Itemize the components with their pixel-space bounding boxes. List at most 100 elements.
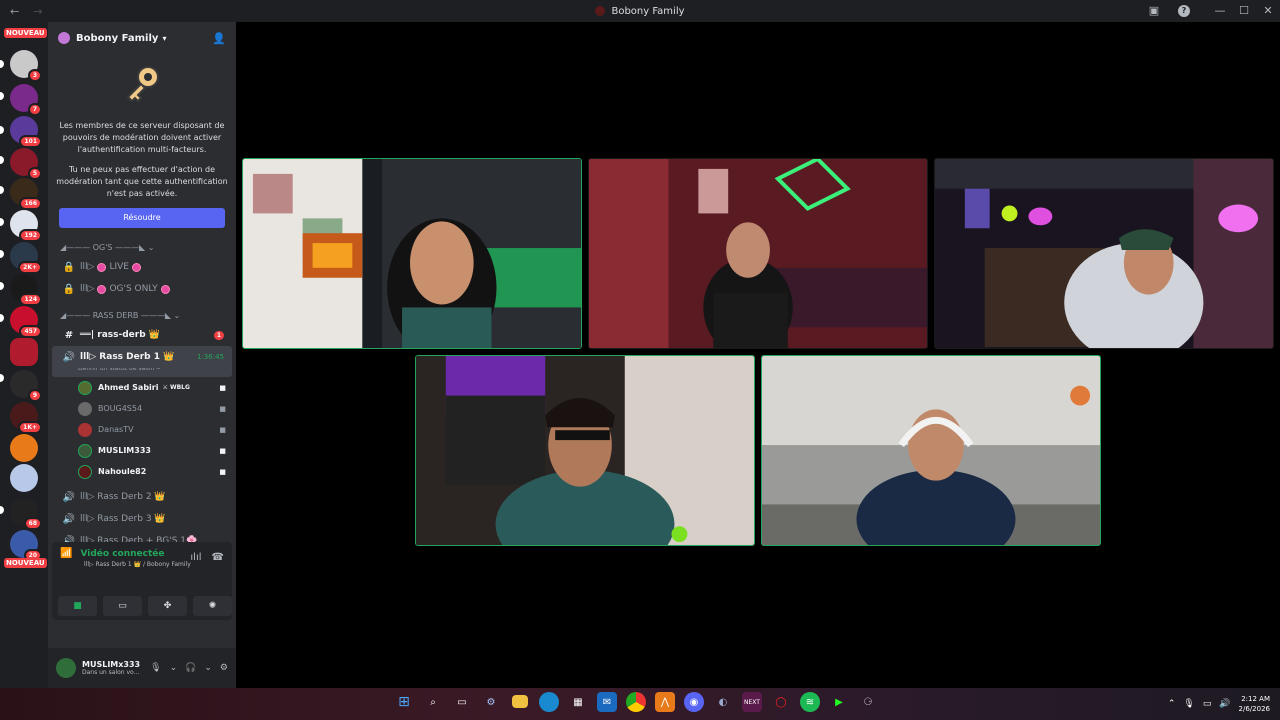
opera-icon[interactable]: ◯: [771, 692, 791, 712]
voice-channel-rass-derb-3[interactable]: 🔊 lll▷ Rass Derb 3 👑: [52, 508, 232, 530]
server-icon-6[interactable]: 192: [10, 210, 42, 242]
help-icon[interactable]: ?: [1178, 5, 1190, 17]
chevron-down-icon[interactable]: ⌄: [204, 663, 212, 673]
settings-icon[interactable]: ⚙: [481, 692, 501, 712]
mail-icon[interactable]: ✉: [597, 692, 617, 712]
video-feed: [416, 356, 754, 545]
discord-icon[interactable]: ◉: [684, 692, 704, 712]
channel-live[interactable]: 🔒 lll▷ LIVE: [52, 256, 232, 278]
maximize-icon[interactable]: ☐: [1232, 0, 1256, 22]
server-icon-15[interactable]: 20: [10, 530, 42, 562]
user-info[interactable]: MUSLIMx333 Dans un salon vo...: [82, 660, 140, 676]
video-tile[interactable]: [415, 355, 755, 546]
task-view-icon[interactable]: ▭: [452, 692, 472, 712]
mention-badge: 2K+: [18, 261, 42, 274]
channel-live-prefix: lll▷: [80, 262, 95, 272]
user-name: MUSLIMx333: [82, 660, 141, 669]
display-icon[interactable]: ▭: [1203, 699, 1212, 709]
server-icon-11[interactable]: 1K+: [10, 402, 42, 434]
camera-button[interactable]: ■: [58, 596, 97, 616]
volume-icon[interactable]: 🔊: [1219, 699, 1230, 709]
store-icon[interactable]: ▦: [568, 692, 588, 712]
microphone-icon[interactable]: 🎙: [150, 663, 161, 673]
mention-badge: 166: [19, 197, 42, 210]
back-icon[interactable]: ←: [10, 5, 19, 18]
soundboard-button[interactable]: ✺: [193, 596, 232, 616]
inbox-icon[interactable]: ▣: [1148, 5, 1160, 17]
chrome-icon[interactable]: [626, 692, 646, 712]
voice-member[interactable]: BOUG4S54 ■: [48, 398, 236, 419]
server-icon-14[interactable]: 68: [10, 498, 42, 530]
edge-icon[interactable]: [539, 692, 559, 712]
forward-icon[interactable]: →: [33, 5, 42, 18]
chevron-up-icon[interactable]: ⌃: [1168, 699, 1176, 709]
member-name: Nahoule82: [98, 467, 147, 476]
steam-icon[interactable]: ◐: [713, 692, 733, 712]
channel-ogsonly-prefix: lll▷: [80, 284, 95, 294]
title-bar: ← → Bobony Family ▣ ? — ☐ ✕: [0, 0, 1280, 22]
server-icon-13[interactable]: [10, 464, 38, 492]
video-tile[interactable]: [242, 158, 582, 349]
server-icon-active[interactable]: [10, 338, 38, 366]
headphones-icon[interactable]: 🎧: [185, 663, 196, 673]
voice-connected-panel: 📶 Vidéo connectée lll▷ Rass Derb 1 👑 / B…: [52, 542, 232, 620]
video-tile[interactable]: [761, 355, 1101, 546]
camera-icon: ■: [219, 446, 226, 455]
disconnect-icon[interactable]: ☎: [212, 552, 224, 563]
server-icon-8[interactable]: 124: [10, 274, 42, 306]
video-tile[interactable]: [934, 158, 1274, 349]
pink-dot-icon: [97, 284, 107, 294]
activities-button[interactable]: ✤: [148, 596, 187, 616]
voice-member[interactable]: DanasTV ■: [48, 419, 236, 440]
server-name: Bobony Family: [76, 32, 159, 44]
file-explorer-icon[interactable]: [512, 695, 528, 708]
noise-suppression-icon[interactable]: ılıl: [190, 552, 201, 563]
invite-icon[interactable]: 👤: [212, 32, 226, 45]
user-avatar[interactable]: [56, 658, 76, 678]
screen-share-button[interactable]: ▭: [103, 596, 142, 616]
member-name: DanasTV: [98, 425, 134, 434]
channel-ogsonly-name: OG'S ONLY: [109, 284, 158, 294]
server-icon-2[interactable]: 7: [10, 84, 42, 116]
resolve-button[interactable]: Résoudre: [59, 208, 225, 228]
server-header[interactable]: Bobony Family ▾ 👤: [48, 22, 236, 54]
minimize-icon[interactable]: —: [1208, 0, 1232, 22]
server-icon-5[interactable]: 166: [10, 178, 42, 210]
windows-start-icon[interactable]: ⊞: [394, 692, 414, 712]
voice-member[interactable]: Nahoule82 ■: [48, 461, 236, 482]
voice-channel-rass-derb-1[interactable]: 🔊 lll▷ Rass Derb 1 👑 1:36:45: [52, 346, 232, 368]
close-icon[interactable]: ✕: [1256, 0, 1280, 22]
settings-gear-icon[interactable]: ⚙: [220, 663, 228, 673]
clock[interactable]: 2:12 AM 2/6/2026: [1239, 694, 1270, 714]
server-icon-1[interactable]: 3: [10, 50, 42, 82]
mention-badge: 9: [27, 389, 42, 402]
server-icon-9[interactable]: 457: [10, 306, 42, 338]
search-icon[interactable]: ⌕: [423, 692, 443, 712]
nav-buttons: ← →: [0, 5, 60, 18]
mention-badge: 7: [27, 103, 42, 116]
app-icon-orange[interactable]: ⋀: [655, 692, 675, 712]
unread-pill: [0, 126, 4, 134]
kick-icon[interactable]: NEXT: [742, 692, 762, 712]
server-icon-12[interactable]: [10, 434, 38, 462]
server-icon-3[interactable]: 101: [10, 116, 42, 148]
video-tile[interactable]: [588, 158, 928, 349]
category-rass-derb[interactable]: ◢——— RASS DERB ———◣ ⌄: [48, 308, 236, 324]
chevron-down-icon[interactable]: ⌄: [170, 663, 178, 673]
voice-channel-rass-derb-2[interactable]: 🔊 lll▷ Rass Derb 2 👑: [52, 486, 232, 508]
channel-rass-derb[interactable]: # ══| rass-derb 👑 1: [52, 324, 232, 346]
camera-icon: ■: [219, 467, 226, 476]
spotify-icon[interactable]: ≋: [800, 692, 820, 712]
signal-icon[interactable]: 📶: [60, 548, 72, 559]
voice-member[interactable]: Ahmed Sabiri ⚔ WBLG ■: [48, 377, 236, 398]
microphone-tray-icon[interactable]: 🎙: [1183, 699, 1194, 709]
server-icon-10[interactable]: 9: [10, 370, 42, 402]
channel-ogsonly[interactable]: 🔒 lll▷ OG'S ONLY: [52, 278, 232, 300]
lock-icon: 🔒: [62, 261, 76, 273]
voice-member[interactable]: MUSLIM333 ■: [48, 440, 236, 461]
category-ogs[interactable]: ◢——— OG'S ———◣ ⌄: [48, 240, 236, 256]
server-icon-7[interactable]: 2K+: [10, 242, 42, 274]
player-icon[interactable]: ▶: [829, 692, 849, 712]
server-icon-4[interactable]: 5: [10, 148, 42, 180]
app-icon-round[interactable]: ⚆: [858, 692, 878, 712]
